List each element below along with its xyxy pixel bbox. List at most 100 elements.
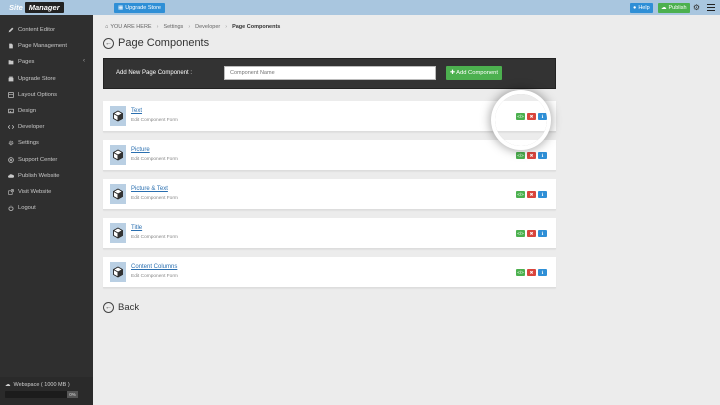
component-row: Text Edit Component Form </> ✖ ℹ <box>103 101 556 132</box>
info-button[interactable]: ℹ <box>538 269 547 276</box>
cube-icon <box>110 262 126 282</box>
webspace-usage-percent: 0% <box>67 391 78 398</box>
sidebar-item-publish-website[interactable]: Publish Website <box>0 169 93 183</box>
add-component-label: Add New Page Component : <box>116 70 193 76</box>
breadcrumb-home[interactable]: ⌂ YOU ARE HERE <box>105 24 152 30</box>
delete-button[interactable]: ✖ <box>527 269 536 276</box>
breadcrumb-item-developer[interactable]: Developer <box>195 24 220 30</box>
add-component-button[interactable]: ✚ Add Component <box>446 66 502 80</box>
info-button[interactable]: ℹ <box>538 152 547 159</box>
page-title: Page Components <box>118 37 210 49</box>
cube-icon <box>110 145 126 165</box>
component-name-link[interactable]: Title <box>131 225 142 231</box>
component-actions: </> ✖ ℹ <box>516 191 547 198</box>
sidebar-item-label: Upgrade Store <box>18 75 56 82</box>
edit-icon <box>7 27 14 34</box>
component-name-link[interactable]: Text <box>131 108 142 114</box>
sidebar-item-label: Layout Options <box>18 91 57 98</box>
sidebar-item-pages[interactable]: Pages ‹ <box>0 55 93 69</box>
folder-icon <box>7 59 14 66</box>
cube-icon <box>110 184 126 204</box>
sidebar-item-label: Design <box>18 108 37 114</box>
component-row: Content Columns Edit Component Form </> ✖ ℹ <box>103 257 556 288</box>
cube-icon <box>110 106 126 126</box>
menu-icon[interactable] <box>707 4 715 11</box>
info-button[interactable]: ℹ <box>538 191 547 198</box>
webspace-label: ☁ Webspace ( 1000 MB ) <box>5 382 70 388</box>
sidebar-item-label: Content Editor <box>18 27 56 33</box>
back-label: Back <box>118 302 140 313</box>
sidebar-item-layout-options[interactable]: Layout Options <box>0 88 93 102</box>
external-icon <box>7 189 14 196</box>
power-icon <box>7 205 14 212</box>
sidebar-item-label: Visit Website <box>18 189 52 195</box>
component-actions: </> ✖ ℹ <box>516 269 547 276</box>
sidebar-item-developer[interactable]: Developer <box>0 120 93 134</box>
component-row: Picture & Text Edit Component Form </> ✖ ℹ <box>103 179 556 210</box>
back-link[interactable]: ← Back <box>103 302 139 313</box>
sidebar-item-design[interactable]: Design <box>0 104 93 118</box>
store-icon: ▦ <box>118 5 124 11</box>
delete-button[interactable]: ✖ <box>527 191 536 198</box>
sidebar-item-label: Developer <box>18 124 45 131</box>
breadcrumb-item-current: Page Components <box>232 23 281 30</box>
component-name-link[interactable]: Picture & Text <box>131 186 168 192</box>
plus-icon: ✚ <box>449 70 455 76</box>
breadcrumb-item-settings[interactable]: Settings <box>163 24 183 30</box>
add-component-button-label: Add Component <box>456 70 499 76</box>
sidebar-item-logout[interactable]: Logout <box>0 201 93 215</box>
edit-code-button[interactable]: </> <box>516 230 525 237</box>
delete-button[interactable]: ✖ <box>527 230 536 237</box>
sidebar-item-label: Support Center <box>18 156 58 163</box>
component-name-input[interactable] <box>224 66 436 80</box>
edit-code-button[interactable]: </> <box>516 152 525 159</box>
support-icon <box>7 156 14 163</box>
help-label: Help <box>638 5 650 11</box>
breadcrumb-separator: › <box>188 23 191 30</box>
add-component-bar: Add New Page Component : ✚ Add Component <box>103 58 556 89</box>
back-arrow-icon[interactable]: ← <box>103 37 114 49</box>
publish-label: Publish <box>668 5 687 11</box>
sidebar-item-content-editor[interactable]: Content Editor <box>0 23 93 37</box>
publish-button[interactable]: ☁ Publish <box>658 3 690 13</box>
gear-icon[interactable]: ⚙ <box>692 3 701 12</box>
main-content: ⌂ YOU ARE HERE › Settings › Developer › … <box>93 15 720 405</box>
component-row: Title Edit Component Form </> ✖ ℹ <box>103 218 556 249</box>
webspace-panel: ☁ Webspace ( 1000 MB ) 0% <box>0 377 93 405</box>
back-arrow-icon: ← <box>103 302 114 313</box>
help-button[interactable]: ● Help <box>630 3 653 13</box>
sidebar-item-visit-website[interactable]: Visit Website <box>0 185 93 199</box>
logo-text-site: Site <box>9 3 23 12</box>
component-description: Edit Component Form <box>131 118 178 123</box>
component-name-link[interactable]: Picture <box>131 147 150 153</box>
layout-icon <box>7 91 14 98</box>
delete-button[interactable]: ✖ <box>527 152 536 159</box>
page-header: ← Page Components <box>103 37 209 49</box>
component-name-link[interactable]: Content Columns <box>131 264 177 270</box>
highlight-spotlight <box>495 94 547 146</box>
sidebar-item-label: Page Management <box>18 43 67 50</box>
gear-icon <box>7 140 14 147</box>
sidebar-item-settings[interactable]: Settings <box>0 136 93 150</box>
sidebar-item-upgrade-store[interactable]: Upgrade Store <box>0 72 93 86</box>
webspace-text: Webspace ( 1000 MB ) <box>13 382 70 388</box>
app-logo[interactable]: Site Manager <box>7 2 64 13</box>
top-bar: Site Manager ▦ Upgrade Store ● Help ☁ Pu… <box>0 0 720 15</box>
info-button[interactable]: ℹ <box>538 230 547 237</box>
edit-code-button[interactable]: </> <box>516 191 525 198</box>
chevron-left-icon[interactable]: ‹ <box>83 58 85 64</box>
store-icon <box>7 75 14 82</box>
sidebar-item-support-center[interactable]: Support Center <box>0 153 93 167</box>
help-icon: ● <box>633 5 637 11</box>
sidebar-item-page-management[interactable]: Page Management <box>0 39 93 53</box>
upgrade-store-button[interactable]: ▦ Upgrade Store <box>114 3 165 13</box>
sidebar-item-label: Publish Website <box>18 172 60 179</box>
edit-code-button[interactable]: </> <box>516 269 525 276</box>
upgrade-store-label: Upgrade Store <box>125 5 161 11</box>
breadcrumb: ⌂ YOU ARE HERE › Settings › Developer › … <box>105 22 280 31</box>
breadcrumb-home-label: YOU ARE HERE <box>110 23 152 30</box>
sidebar-item-label: Settings <box>18 140 39 147</box>
component-description: Edit Component Form <box>131 196 178 201</box>
logo-text-manager: Manager <box>24 2 64 13</box>
code-icon <box>7 124 14 131</box>
